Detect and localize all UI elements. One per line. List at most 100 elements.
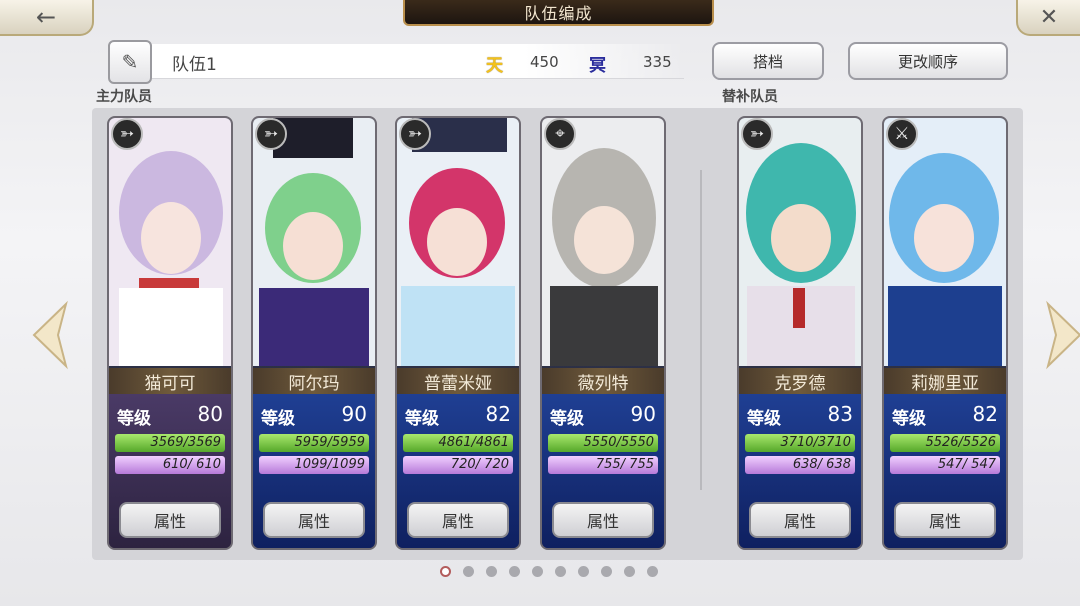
member-card[interactable]: ⌖ 薇列特 等级 90 5550/5550 755/ 755 属性 [540,116,666,550]
team-name: 队伍1 [172,55,217,75]
member-card[interactable]: ➳ 普蕾米娅 等级 82 4861/4861 720/ 720 属性 [395,116,521,550]
feather-pen-icon: ✎ [121,50,139,74]
stats-panel: 等级 82 4861/4861 720/ 720 属性 [397,394,519,548]
close-icon: ✕ [1039,4,1059,30]
hp-value: 3710/3710 [780,435,851,450]
mp-bar: 547/ 547 [890,456,1000,474]
prev-page-arrow-icon[interactable] [30,300,70,370]
back-button[interactable]: ← [0,0,94,36]
character-name: 克罗德 [739,368,861,394]
mp-value: 755/ 755 [595,457,654,472]
mp-value: 610/ 610 [162,457,221,472]
page-dot[interactable] [463,566,474,577]
page-dot[interactable] [578,566,589,577]
level-value: 90 [630,402,656,426]
ming-icon: 冥 [589,56,606,76]
page-title: 队伍编成 [403,0,714,26]
character-portrait [884,118,1006,366]
attribute-button[interactable]: 属性 [119,502,221,538]
next-page-arrow-icon[interactable] [1044,300,1080,370]
character-portrait [253,118,375,366]
member-card[interactable]: ➳ 猫可可 等级 80 3569/3569 610/ 610 属性 [107,116,233,550]
member-card[interactable]: ➳ 阿尔玛 等级 90 5959/5959 1099/1099 属性 [251,116,377,550]
bow-icon: ➳ [255,118,287,150]
hp-bar: 3569/3569 [115,434,225,452]
attribute-button[interactable]: 属性 [552,502,654,538]
stats-panel: 等级 90 5550/5550 755/ 755 属性 [542,394,664,548]
stats-panel: 等级 90 5959/5959 1099/1099 属性 [253,394,375,548]
mp-bar: 610/ 610 [115,456,225,474]
character-portrait [109,118,231,366]
mp-bar: 720/ 720 [403,456,513,474]
stats-panel: 等级 82 5526/5526 547/ 547 属性 [884,394,1006,548]
bow-icon: ➳ [399,118,431,150]
page-indicator [440,566,658,577]
page-dot[interactable] [555,566,566,577]
mp-bar: 755/ 755 [548,456,658,474]
stats-panel: 等级 83 3710/3710 638/ 638 属性 [739,394,861,548]
tian-icon: 天 [486,56,503,76]
mp-bar: 638/ 638 [745,456,855,474]
page-dot[interactable] [440,566,451,577]
level-value: 80 [197,402,223,426]
hp-bar: 3710/3710 [745,434,855,452]
page-dot[interactable] [647,566,658,577]
hp-bar: 5959/5959 [259,434,369,452]
close-button[interactable]: ✕ [1016,0,1080,36]
level-label: 等级 [892,409,926,429]
character-name: 猫可可 [109,368,231,394]
attribute-button[interactable]: 属性 [407,502,509,538]
hp-value: 5526/5526 [925,435,996,450]
character-name: 薇列特 [542,368,664,394]
level-label: 等级 [117,409,151,429]
main-members-label: 主力队员 [96,89,152,105]
partner-button[interactable]: 搭档 [712,42,824,80]
mp-bar: 1099/1099 [259,456,369,474]
gun-icon: ⌖ [544,118,576,150]
attribute-button[interactable]: 属性 [263,502,365,538]
hp-bar: 4861/4861 [403,434,513,452]
level-label: 等级 [747,409,781,429]
edit-team-name-button[interactable]: ✎ [108,40,152,84]
level-value: 90 [341,402,367,426]
hp-bar: 5526/5526 [890,434,1000,452]
page-dot[interactable] [532,566,543,577]
page-dot[interactable] [486,566,497,577]
hp-bar: 5550/5550 [548,434,658,452]
hp-value: 4861/4861 [438,435,509,450]
bow-icon: ➳ [741,118,773,150]
hp-value: 5959/5959 [294,435,365,450]
page-dot[interactable] [624,566,635,577]
change-order-button[interactable]: 更改顺序 [848,42,1008,80]
stats-panel: 等级 80 3569/3569 610/ 610 属性 [109,394,231,548]
back-arrow-icon: ← [35,3,57,31]
member-card[interactable]: ➳ 克罗德 等级 83 3710/3710 638/ 638 属性 [737,116,863,550]
mp-value: 720/ 720 [450,457,509,472]
level-value: 82 [485,402,511,426]
level-label: 等级 [261,409,295,429]
level-label: 等级 [550,409,584,429]
character-name: 阿尔玛 [253,368,375,394]
hp-value: 5550/5550 [583,435,654,450]
mp-value: 638/ 638 [792,457,851,472]
level-label: 等级 [405,409,439,429]
attribute-button[interactable]: 属性 [749,502,851,538]
page-dot[interactable] [601,566,612,577]
member-card[interactable]: ⚔ 莉娜里亚 等级 82 5526/5526 547/ 547 属性 [882,116,1008,550]
character-portrait [397,118,519,366]
ming-value: 335 [643,53,672,71]
character-name: 普蕾米娅 [397,368,519,394]
team-divider [700,170,702,490]
bow-icon: ➳ [111,118,143,150]
character-name: 莉娜里亚 [884,368,1006,394]
sword-icon: ⚔ [886,118,918,150]
character-portrait [739,118,861,366]
sub-members-label: 替补队员 [722,89,778,105]
tian-value: 450 [530,53,559,71]
hp-value: 3569/3569 [150,435,221,450]
level-value: 82 [972,402,998,426]
mp-value: 547/ 547 [937,457,996,472]
mp-value: 1099/1099 [294,457,365,472]
page-dot[interactable] [509,566,520,577]
attribute-button[interactable]: 属性 [894,502,996,538]
